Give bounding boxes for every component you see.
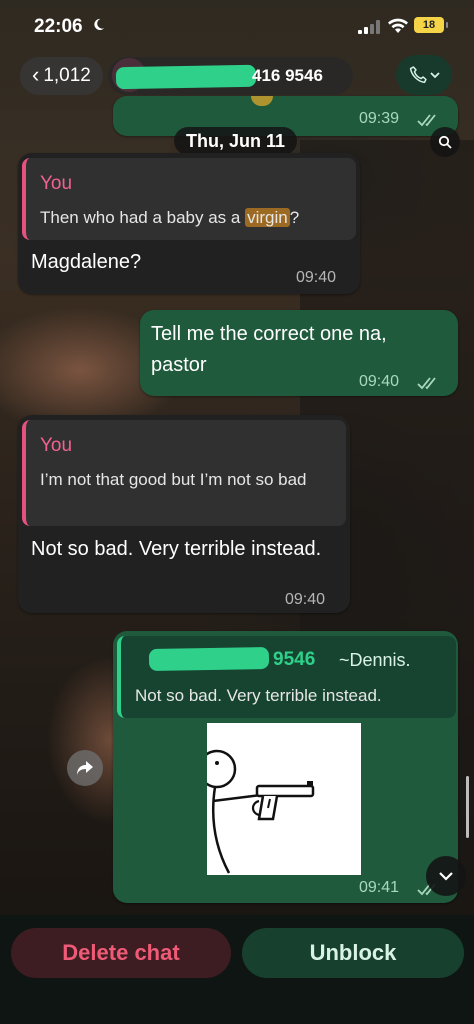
message-bubble-incoming[interactable]: You I’m not that good but I’m not so bad… [18, 415, 350, 613]
stick-figure-gun-icon [197, 749, 315, 874]
quote-author-name: ~Dennis. [339, 650, 411, 670]
forward-button[interactable] [67, 750, 103, 786]
wifi-icon [388, 18, 408, 33]
message-time: 09:40 [285, 591, 326, 608]
status-time: 22:06 [34, 16, 83, 37]
search-highlight: virgin [245, 208, 290, 227]
quoted-message[interactable]: 9546 ~Dennis. Not so bad. Very terrible … [117, 636, 456, 718]
redaction-mark [115, 64, 257, 90]
chevron-down-icon [430, 72, 440, 79]
message-text: Not so bad. Very terrible instead. [31, 538, 322, 560]
sticker-image[interactable] [197, 723, 361, 875]
search-icon [438, 135, 452, 149]
message-bubble-outgoing[interactable]: Tell me the correct one na, pastor 09:40 [140, 310, 458, 396]
blocked-contact-bar: Delete chat Unblock [0, 915, 474, 1024]
message-time: 09:40 [359, 373, 400, 390]
quoted-message[interactable]: You Then who had a baby as a virgin? [22, 158, 356, 240]
call-button[interactable] [396, 55, 452, 95]
scrollbar[interactable] [466, 776, 469, 838]
chevron-left-icon: ‹ [32, 62, 40, 87]
signal-icon [358, 20, 380, 34]
read-receipt-icon [417, 377, 436, 390]
chevron-down-icon [439, 872, 453, 881]
phone-icon [409, 66, 427, 84]
quote-author: You [40, 435, 73, 456]
search-button[interactable] [430, 127, 460, 157]
quote-author-number: 9546 [273, 649, 316, 670]
unblock-button[interactable]: Unblock [242, 928, 464, 978]
battery-indicator: 18 [414, 17, 448, 33]
back-button[interactable]: ‹ 1,012 [20, 57, 103, 95]
date-separator: Thu, Jun 11 [174, 127, 298, 155]
quoted-message[interactable]: You I’m not that good but I’m not so bad [22, 420, 346, 526]
status-bar: 22:06 18 [0, 0, 474, 52]
message-bubble-incoming[interactable]: You Then who had a baby as a virgin? Mag… [18, 153, 360, 294]
redaction-mark [148, 646, 270, 672]
contact-number: 416 9546 [252, 66, 323, 85]
quote-text: Not so bad. Very terrible instead. [135, 686, 382, 705]
scroll-to-bottom-button[interactable] [426, 856, 466, 896]
message-time: 09:39 [359, 110, 400, 127]
read-receipt-icon [417, 114, 436, 127]
unread-count: 1,012 [43, 65, 91, 86]
message-bubble-outgoing[interactable]: 9546 ~Dennis. Not so bad. Very terrible … [113, 631, 458, 903]
message-text: Tell me the correct one na, pastor [151, 323, 387, 376]
message-time: 09:41 [359, 879, 400, 896]
delete-chat-button[interactable]: Delete chat [11, 928, 231, 978]
quote-text-part: ? [289, 208, 300, 227]
quote-text: I’m not that good but I’m not so bad [40, 470, 307, 489]
moon-icon [94, 18, 105, 31]
share-arrow-icon [77, 761, 93, 775]
quote-text: Then who had a baby as a virgin? [40, 205, 299, 231]
message-time: 09:40 [296, 269, 337, 286]
quote-author: You [40, 173, 73, 194]
message-text: Magdalene? [31, 251, 142, 273]
quote-text-part: Then who had a baby as a [40, 208, 246, 227]
